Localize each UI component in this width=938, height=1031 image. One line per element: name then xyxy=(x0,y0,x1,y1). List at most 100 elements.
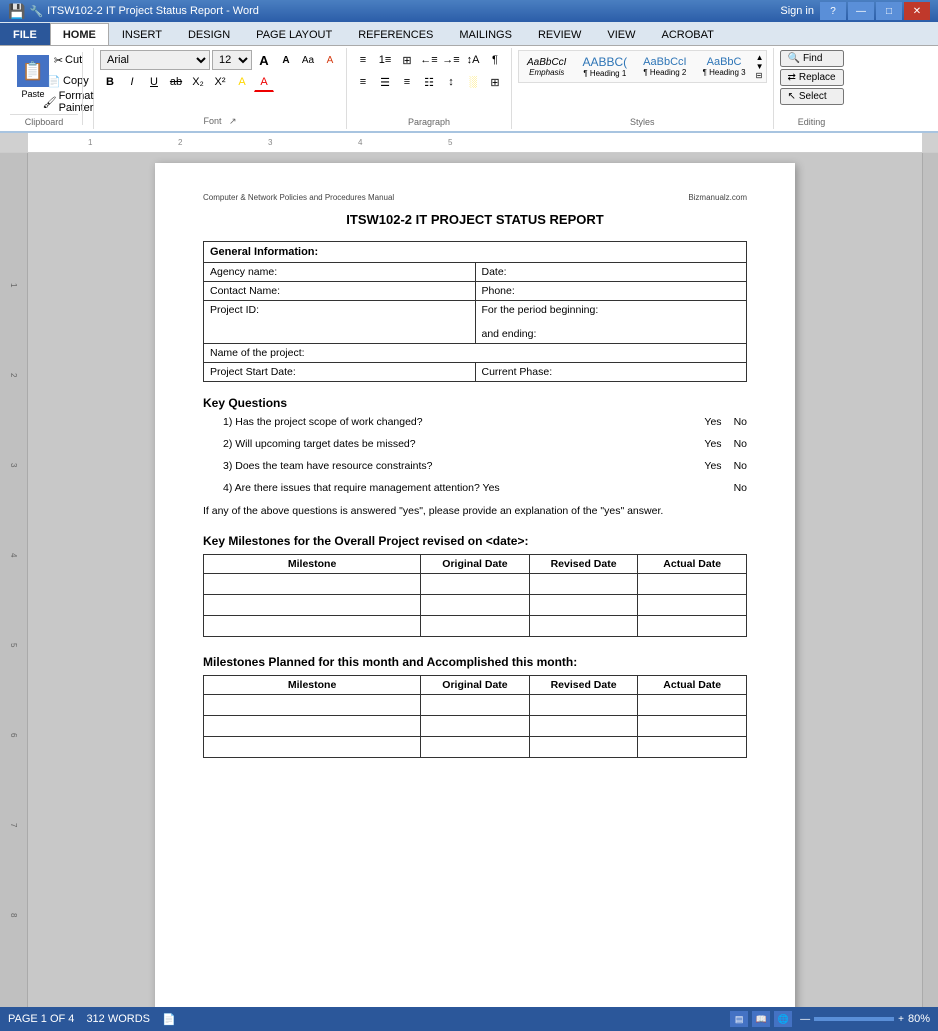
multilevel-list-button[interactable]: ⊞ xyxy=(397,50,417,70)
tab-mailings[interactable]: MAILINGS xyxy=(446,23,525,45)
styles-section: AaBbCcI Emphasis AABBC( ¶ Heading 1 AaBb… xyxy=(512,48,774,129)
style-heading3[interactable]: AaBbC ¶ Heading 3 xyxy=(697,54,752,79)
read-mode-button[interactable]: 📖 xyxy=(752,1011,770,1027)
align-right-button[interactable]: ≡ xyxy=(397,72,417,92)
help-button[interactable]: ? xyxy=(820,2,846,20)
print-layout-button[interactable]: ▤ xyxy=(730,1011,748,1027)
question-2-text: 2) Will upcoming target dates be missed? xyxy=(223,438,696,450)
decrease-indent-button[interactable]: ←≡ xyxy=(419,50,439,70)
signin-link[interactable]: Sign in xyxy=(780,5,814,17)
milestones-planned-heading: Milestones Planned for this month and Ac… xyxy=(203,655,747,669)
text-effects-button[interactable]: A xyxy=(320,50,340,70)
increase-indent-button[interactable]: →≡ xyxy=(441,50,461,70)
font-grow-button[interactable]: A xyxy=(254,50,274,70)
italic-button[interactable]: I xyxy=(122,72,142,92)
replace-button[interactable]: ⇄ Replace xyxy=(780,69,844,86)
minimize-button[interactable]: — xyxy=(848,2,874,20)
bullets-button[interactable]: ≡ xyxy=(353,50,373,70)
font-label: Font ↗ xyxy=(203,116,236,127)
bold-button[interactable]: B xyxy=(100,72,120,92)
tab-page-layout[interactable]: PAGE LAYOUT xyxy=(243,23,345,45)
tab-insert[interactable]: INSERT xyxy=(109,23,175,45)
font-color-button[interactable]: A xyxy=(254,72,274,92)
style-heading2[interactable]: AaBbCcI ¶ Heading 2 xyxy=(637,54,692,79)
copy-button[interactable]: 📄 Copy xyxy=(58,71,78,91)
clipboard-label: Clipboard xyxy=(10,114,78,127)
zoom-in-button[interactable]: + xyxy=(898,1014,904,1025)
col-revised-date-2: Revised Date xyxy=(529,675,638,694)
status-left: PAGE 1 OF 4 312 WORDS 📄 xyxy=(8,1013,176,1026)
tab-references[interactable]: REFERENCES xyxy=(345,23,446,45)
col-original-date-1: Original Date xyxy=(421,554,530,573)
maximize-button[interactable]: □ xyxy=(876,2,902,20)
question-row-3: 3) Does the team have resource constrain… xyxy=(203,460,747,472)
paragraph-section: ≡ 1≡ ⊞ ←≡ →≡ ↕A ¶ ≡ ☰ ≡ ☷ ↕ ░ ⊞ Paragrap… xyxy=(347,48,512,129)
zoom-out-button[interactable]: — xyxy=(800,1014,810,1025)
zoom-control: — + 80% xyxy=(800,1013,930,1025)
ruler-left-margin xyxy=(0,133,28,152)
question-4-yes-no: No xyxy=(734,482,747,494)
zoom-slider[interactable] xyxy=(814,1017,894,1021)
cut-button[interactable]: ✂ Cut xyxy=(58,50,78,70)
tab-home[interactable]: HOME xyxy=(50,23,109,45)
font-size-select[interactable]: 12 xyxy=(212,50,252,70)
line-spacing-button[interactable]: ↕ xyxy=(441,72,461,92)
tab-view[interactable]: VIEW xyxy=(594,23,648,45)
underline-button[interactable]: U xyxy=(144,72,164,92)
title-bar-left: 💾 🔧 ITSW102-2 IT Project Status Report -… xyxy=(8,3,259,20)
col-actual-date-1: Actual Date xyxy=(638,554,747,573)
styles-scroll[interactable]: ▲ ▼ ⊟ xyxy=(756,53,764,80)
align-left-button[interactable]: ≡ xyxy=(353,72,373,92)
right-scrollbar[interactable] xyxy=(922,153,938,1018)
font-shrink-button[interactable]: A xyxy=(276,50,296,70)
tab-review[interactable]: REVIEW xyxy=(525,23,594,45)
page-header: Computer & Network Policies and Procedur… xyxy=(203,193,747,202)
question-1-yes: Yes xyxy=(704,416,721,428)
strikethrough-button[interactable]: ab xyxy=(166,72,186,92)
change-case-button[interactable]: Aa xyxy=(298,50,318,70)
header-right: Bizmanualz.com xyxy=(688,193,747,202)
borders-button[interactable]: ⊞ xyxy=(485,72,505,92)
table-row xyxy=(204,573,747,594)
question-3-yes: Yes xyxy=(704,460,721,472)
show-formatting-button[interactable]: ¶ xyxy=(485,50,505,70)
project-id-label: Project ID: xyxy=(204,301,476,344)
find-button[interactable]: 🔍 Find xyxy=(780,50,844,67)
close-button[interactable]: ✕ xyxy=(904,2,930,20)
phone-label: Phone: xyxy=(475,282,747,301)
document-scroll[interactable]: Computer & Network Policies and Procedur… xyxy=(28,153,922,1018)
select-button[interactable]: ↖ Select xyxy=(780,88,844,105)
tab-acrobat[interactable]: ACROBAT xyxy=(648,23,726,45)
page: Computer & Network Policies and Procedur… xyxy=(155,163,795,1018)
project-name-label: Name of the project: xyxy=(204,344,747,363)
superscript-button[interactable]: X² xyxy=(210,72,230,92)
view-buttons: ▤ 📖 🌐 xyxy=(730,1011,792,1027)
web-layout-button[interactable]: 🌐 xyxy=(774,1011,792,1027)
sort-button[interactable]: ↕A xyxy=(463,50,483,70)
document-title: ITSW102-2 IT PROJECT STATUS REPORT xyxy=(203,212,747,227)
col-revised-date-1: Revised Date xyxy=(529,554,638,573)
paragraph-label: Paragraph xyxy=(408,117,450,127)
style-emphasis[interactable]: AaBbCcI Emphasis xyxy=(521,55,572,79)
ruler-main: 1 2 3 4 5 xyxy=(28,133,922,152)
font-family-select[interactable]: Arial xyxy=(100,50,210,70)
paste-icon: 📋 xyxy=(17,55,49,87)
start-date-label: Project Start Date: xyxy=(204,363,476,382)
subscript-button[interactable]: X₂ xyxy=(188,72,208,92)
question-3-no: No xyxy=(734,460,747,472)
left-margin-ruler: 1 2 3 4 5 6 7 8 xyxy=(0,153,28,1018)
question-4-no: No xyxy=(734,482,747,494)
tab-design[interactable]: DESIGN xyxy=(175,23,243,45)
numbering-button[interactable]: 1≡ xyxy=(375,50,395,70)
font-section: Arial 12 A A Aa A B I U ab X₂ X² A A xyxy=(94,48,347,129)
style-heading1[interactable]: AABBC( ¶ Heading 1 xyxy=(576,53,633,80)
milestones-overall-heading: Key Milestones for the Overall Project r… xyxy=(203,534,747,548)
paste-label: Paste xyxy=(21,89,44,99)
align-center-button[interactable]: ☰ xyxy=(375,72,395,92)
shading-button[interactable]: ░ xyxy=(463,72,483,92)
justify-button[interactable]: ☷ xyxy=(419,72,439,92)
question-1-no: No xyxy=(734,416,747,428)
text-highlight-button[interactable]: A xyxy=(232,72,252,92)
format-painter-button[interactable]: 🖌 Format Painter xyxy=(58,92,78,112)
tab-file[interactable]: FILE xyxy=(0,23,50,45)
